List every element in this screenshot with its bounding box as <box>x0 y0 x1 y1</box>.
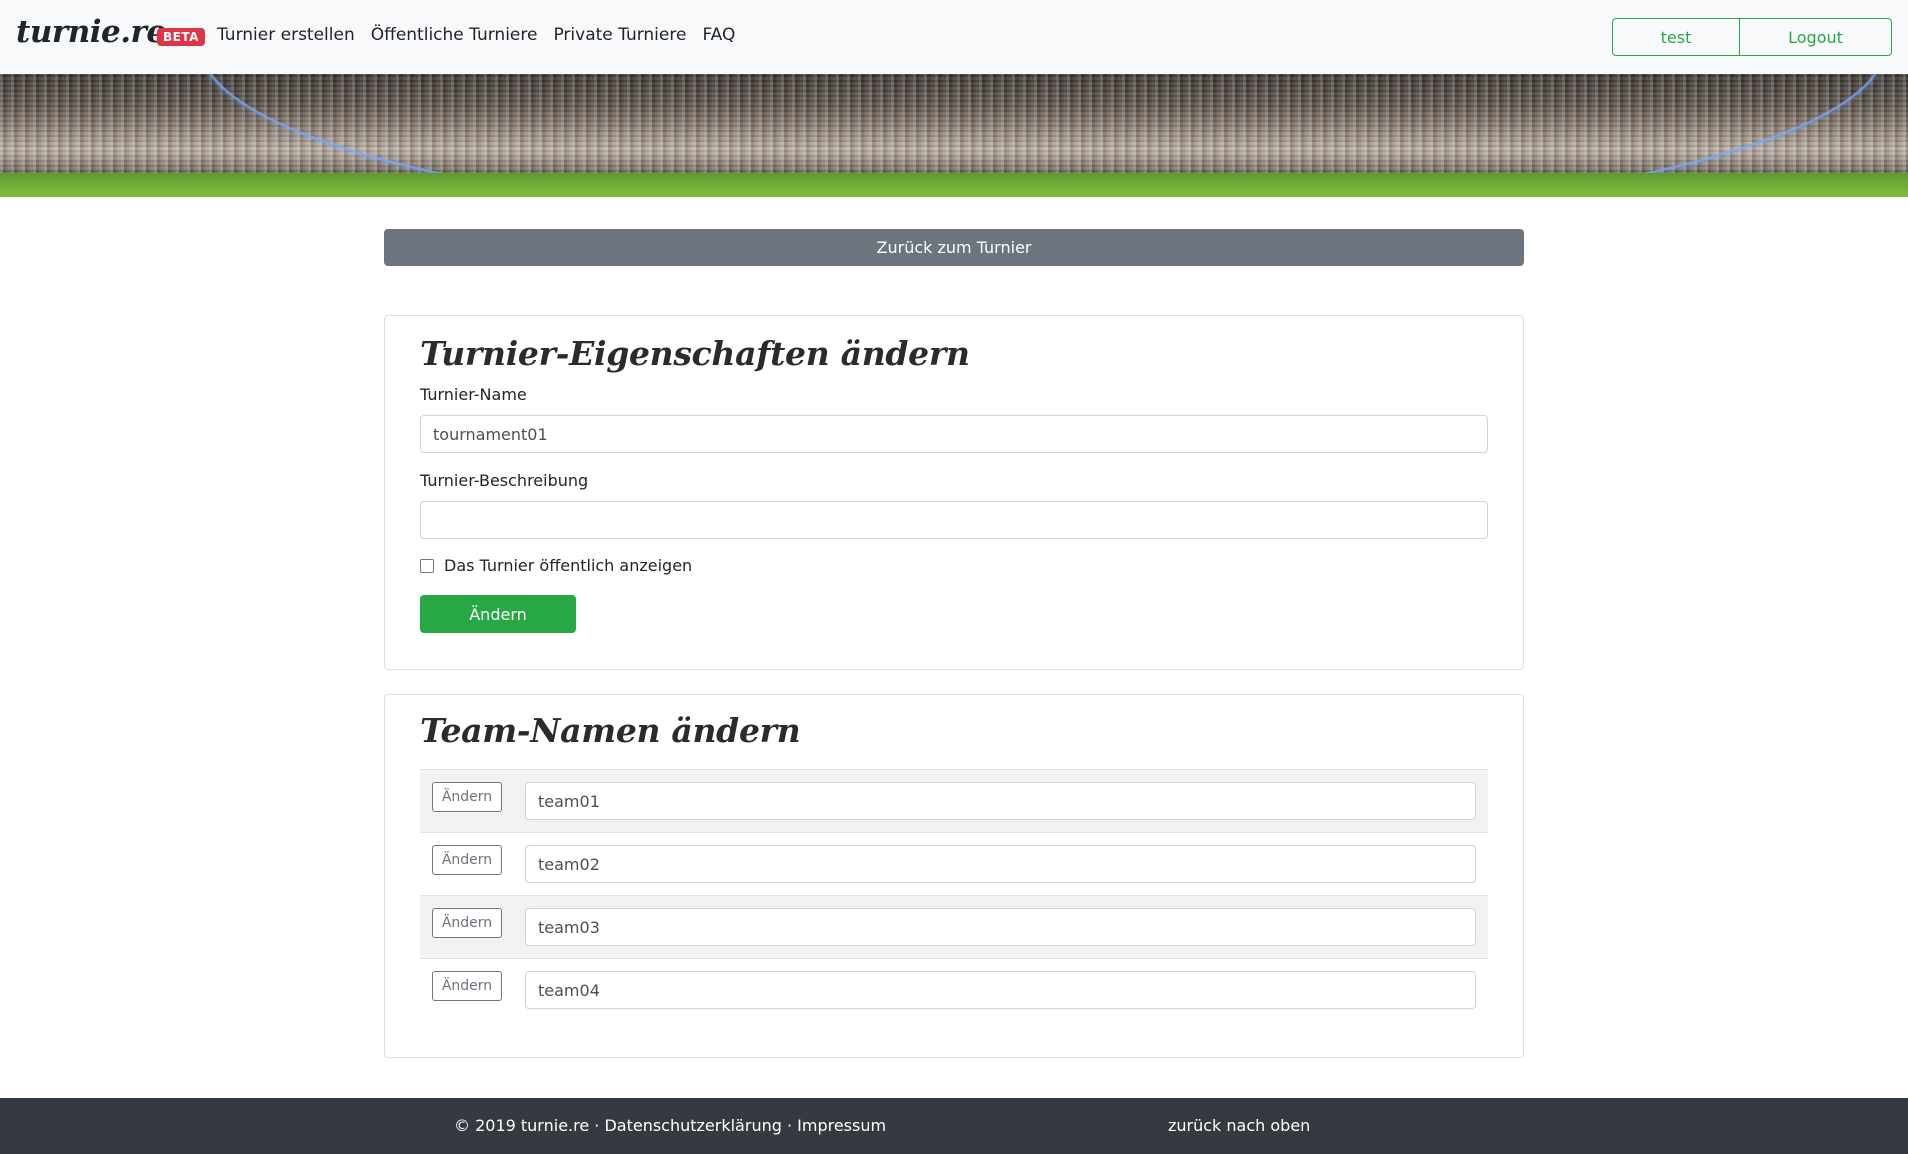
team-name-input[interactable]: team03 <box>525 908 1476 946</box>
footer-copyright: © 2019 turnie.re <box>454 1116 590 1135</box>
team-names-card: Team-Namen ändern Ändern team01 Ändern t… <box>384 694 1524 1058</box>
hero-stadium-image <box>0 74 1908 197</box>
table-row: Ändern team03 <box>420 895 1488 958</box>
public-checkbox[interactable] <box>420 559 434 573</box>
tournament-name-label: Turnier-Name <box>420 385 527 404</box>
footer-separator: · <box>781 1116 798 1135</box>
nav-link-faq[interactable]: FAQ <box>702 25 735 45</box>
table-row: Ändern team04 <box>420 958 1488 1021</box>
team-name-input[interactable]: team02 <box>525 845 1476 883</box>
card-title: Turnier-Eigenschaften ändern <box>420 334 970 373</box>
team-table: Ändern team01 Ändern team02 Ändern team0… <box>420 769 1488 1021</box>
user-button[interactable]: test <box>1612 18 1740 56</box>
nav-link-public-tournaments[interactable]: Öffentliche Turniere <box>371 25 538 45</box>
navbar: turnie.re BETA Turnier erstellen Öffentl… <box>0 0 1908 74</box>
nav-links: Turnier erstellen Öffentliche Turniere P… <box>217 25 751 45</box>
tournament-name-input[interactable]: tournament01 <box>420 415 1488 453</box>
team-name-input[interactable]: team04 <box>525 971 1476 1009</box>
tournament-description-input[interactable] <box>420 501 1488 539</box>
stadium-pitch <box>0 173 1908 197</box>
change-team-button[interactable]: Ändern <box>432 782 502 812</box>
footer-privacy-link[interactable]: Datenschutzerklärung <box>604 1116 781 1135</box>
footer-links: © 2019 turnie.re · Datenschutzerklärung … <box>454 1116 886 1135</box>
beta-badge: BETA <box>157 28 205 46</box>
table-row: Ändern team01 <box>420 769 1488 832</box>
brand-logo[interactable]: turnie.re <box>16 14 166 50</box>
user-button-group: test Logout <box>1612 18 1892 56</box>
public-checkbox-label[interactable]: Das Turnier öffentlich anzeigen <box>444 556 692 575</box>
tournament-description-label: Turnier-Beschreibung <box>420 471 589 490</box>
team-name-input[interactable]: team01 <box>525 782 1476 820</box>
save-properties-button[interactable]: Ändern <box>420 595 576 633</box>
back-to-tournament-button[interactable]: Zurück zum Turnier <box>384 229 1524 266</box>
logout-button[interactable]: Logout <box>1739 18 1892 56</box>
footer-separator: · <box>589 1116 605 1135</box>
table-row: Ändern team02 <box>420 832 1488 895</box>
tournament-properties-card: Turnier-Eigenschaften ändern Turnier-Nam… <box>384 315 1524 670</box>
nav-link-create-tournament[interactable]: Turnier erstellen <box>217 25 355 45</box>
change-team-button[interactable]: Ändern <box>432 908 502 938</box>
footer-imprint-link[interactable]: Impressum <box>797 1116 886 1135</box>
back-to-top-link[interactable]: zurück nach oben <box>1168 1116 1310 1135</box>
footer: © 2019 turnie.re · Datenschutzerklärung … <box>0 1098 1908 1154</box>
change-team-button[interactable]: Ändern <box>432 971 502 1001</box>
change-team-button[interactable]: Ändern <box>432 845 502 875</box>
nav-link-private-tournaments[interactable]: Private Turniere <box>553 25 686 45</box>
card-title: Team-Namen ändern <box>420 711 801 750</box>
